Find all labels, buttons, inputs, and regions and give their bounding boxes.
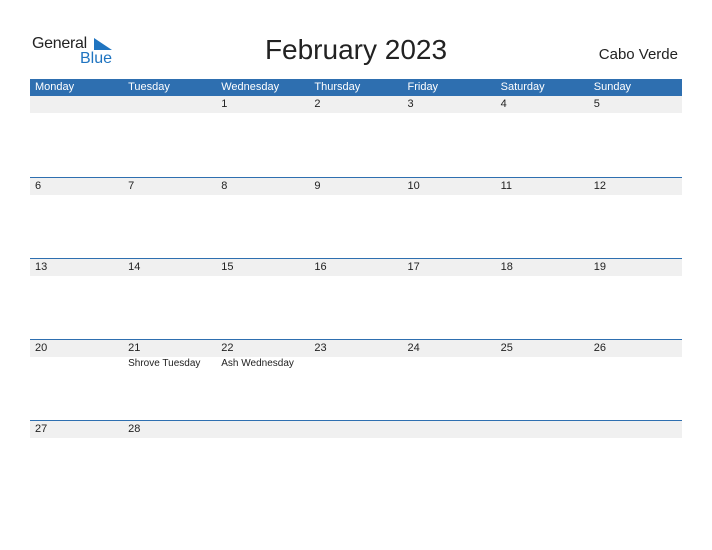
day-number bbox=[216, 421, 309, 438]
day-number: 19 bbox=[593, 261, 606, 273]
day-number: 12 bbox=[593, 180, 606, 192]
day-number: 4 bbox=[500, 98, 507, 110]
weekday-thursday: Thursday bbox=[314, 81, 361, 93]
holiday-label bbox=[496, 357, 589, 371]
weekday-monday: Monday bbox=[35, 81, 75, 93]
day-number: 16 bbox=[314, 261, 327, 273]
week-row: 6 7 8 9 10 11 12 bbox=[30, 177, 682, 195]
day-number: 20 bbox=[35, 342, 48, 354]
weekday-saturday: Saturday bbox=[500, 81, 545, 93]
holiday-label bbox=[589, 357, 682, 371]
week-row: 13 14 15 16 17 18 19 bbox=[30, 258, 682, 276]
day-number: 28 bbox=[128, 423, 141, 435]
day-number bbox=[30, 96, 123, 113]
day-number: 27 bbox=[35, 423, 48, 435]
events-row: Shrove Tuesday Ash Wednesday bbox=[30, 357, 682, 371]
holiday-label bbox=[309, 357, 402, 371]
date-strip: 1 2 3 4 5 bbox=[30, 96, 682, 113]
day-number: 10 bbox=[407, 180, 420, 192]
holiday-label: Shrove Tuesday bbox=[128, 358, 201, 369]
weekday-tuesday: Tuesday bbox=[128, 81, 170, 93]
day-number: 13 bbox=[35, 261, 48, 273]
day-number: 1 bbox=[221, 98, 228, 110]
date-strip: 20 21 22 23 24 25 26 bbox=[30, 340, 682, 357]
day-number: 5 bbox=[593, 98, 600, 110]
weekday-sunday: Sunday bbox=[593, 81, 632, 93]
week-row: 20 21 22 23 24 25 26 Shrove Tuesday Ash Wednesda… bbox=[30, 339, 682, 371]
day-number bbox=[403, 421, 496, 438]
weekday-wednesday: Wednesday bbox=[221, 81, 280, 93]
day-number bbox=[589, 421, 682, 438]
day-number: 3 bbox=[407, 98, 414, 110]
holiday-label bbox=[30, 357, 123, 371]
day-number: 14 bbox=[128, 261, 141, 273]
day-number: 21 bbox=[128, 342, 141, 354]
day-number: 18 bbox=[500, 261, 513, 273]
day-number: 24 bbox=[407, 342, 420, 354]
day-number: 26 bbox=[593, 342, 606, 354]
day-number: 11 bbox=[500, 180, 513, 192]
day-number: 8 bbox=[221, 180, 228, 192]
weekday-header: Monday Tuesday Wednesday Thursday Friday… bbox=[30, 79, 682, 96]
day-number bbox=[496, 421, 589, 438]
day-number: 2 bbox=[314, 98, 321, 110]
day-number: 6 bbox=[35, 180, 42, 192]
holiday-label: Ash Wednesday bbox=[221, 358, 294, 369]
day-number: 25 bbox=[500, 342, 513, 354]
day-number: 23 bbox=[314, 342, 327, 354]
weekday-friday: Friday bbox=[407, 81, 439, 93]
holiday-label bbox=[403, 357, 496, 371]
day-number bbox=[123, 96, 216, 113]
date-strip: 6 7 8 9 10 11 12 bbox=[30, 178, 682, 195]
day-number: 9 bbox=[314, 180, 321, 192]
date-strip: 13 14 15 16 17 18 19 bbox=[30, 259, 682, 276]
date-strip: 27 28 bbox=[30, 421, 682, 438]
week-row: 1 2 3 4 5 bbox=[30, 96, 682, 113]
day-number bbox=[309, 421, 402, 438]
day-number: 15 bbox=[221, 261, 234, 273]
country-label: Cabo Verde bbox=[598, 46, 678, 63]
day-number: 7 bbox=[128, 180, 135, 192]
week-row: 27 28 bbox=[30, 420, 682, 438]
day-number: 17 bbox=[407, 261, 420, 273]
day-number: 22 bbox=[221, 342, 234, 354]
